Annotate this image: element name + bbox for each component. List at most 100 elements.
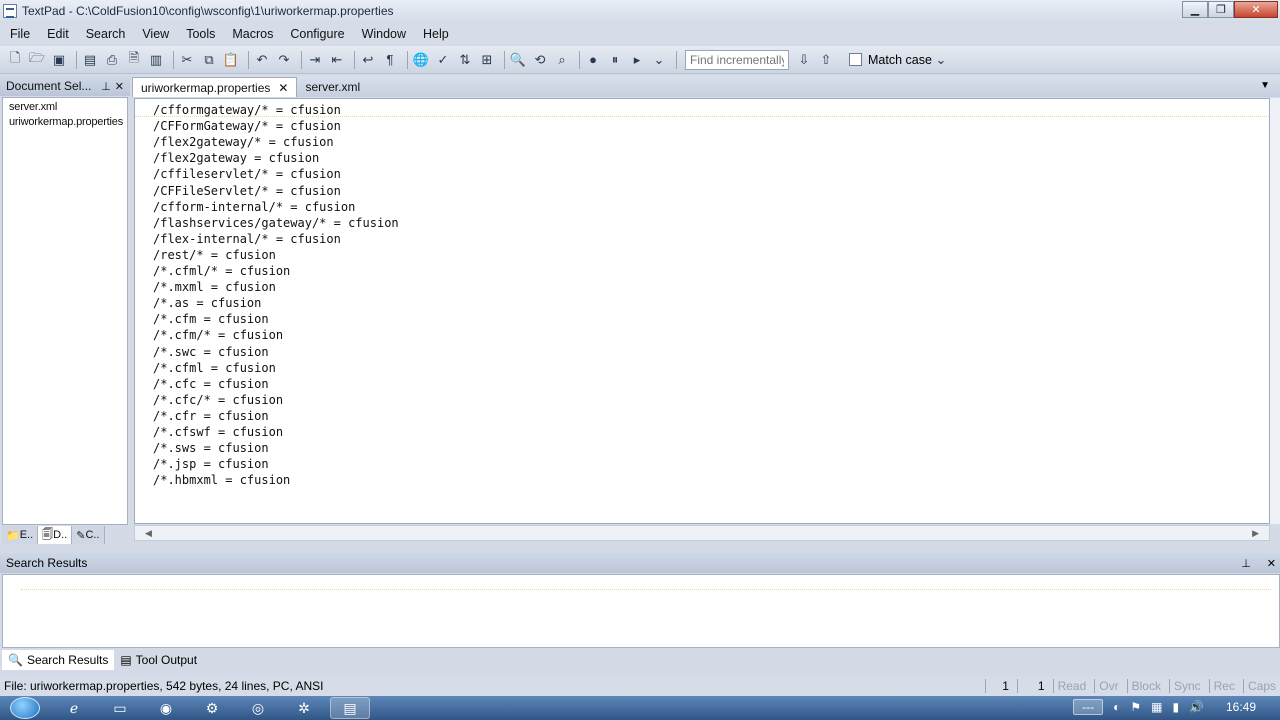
search-options-icon[interactable]: ⌄ [932,51,950,69]
start-button[interactable] [10,697,40,719]
play-macro-icon[interactable]: ▸ [628,51,646,69]
settings-app-icon[interactable]: ✲ [284,697,324,719]
sort-icon[interactable]: ⇅ [456,51,474,69]
find-in-files-icon[interactable]: ⌕ [553,51,571,69]
redo-icon[interactable]: ↷ [275,51,293,69]
find-next-down-icon[interactable]: ⇩ [795,51,813,69]
textpad-app-icon[interactable] [3,4,17,18]
textpad-taskbar-icon[interactable]: ▤ [330,697,370,719]
code-line: /rest/* = cfusion [153,247,276,262]
vertical-scrollbar[interactable] [1270,98,1280,524]
code-line: /*.cfm/* = cfusion [153,328,284,343]
tray-app-icon[interactable]: ◐ [1113,700,1120,714]
web-browser-icon[interactable]: 🌐 [412,51,430,69]
page-setup-icon[interactable]: ▥ [147,51,165,69]
menu-help[interactable]: Help [423,27,449,41]
copy-icon[interactable]: ⧉ [200,51,218,69]
horizontal-scrollbar[interactable]: ◀ ▶ [134,525,1270,541]
print-icon[interactable]: ⎙ [103,51,121,69]
read-only-indicator[interactable]: Read [1052,679,1091,693]
close-panel-icon[interactable]: ✕ [1267,557,1276,570]
tray-language-bar[interactable]: --- [1073,699,1104,715]
find-icon[interactable]: 🔍 [509,51,527,69]
save-all-icon[interactable]: ▤ [81,51,99,69]
network-icon[interactable]: ▦ [1151,700,1162,714]
minimize-button[interactable]: ▁ [1182,1,1208,18]
indent-icon[interactable]: ⇥ [306,51,324,69]
code-line: /*.swc = cfusion [153,344,269,359]
record-indicator[interactable]: Rec [1208,679,1239,693]
internet-explorer-icon[interactable]: ℯ [54,697,94,719]
outlook-icon[interactable]: ◉ [146,697,186,719]
pin-icon[interactable]: ⊥ [101,80,111,93]
compare-icon[interactable]: ⊞ [478,51,496,69]
show-pilcrow-icon[interactable]: ¶ [381,51,399,69]
code-line: /CFFormGateway/* = cfusion [153,119,341,134]
tab-search-results[interactable]: 🔍 Search Results [2,650,115,670]
menu-window[interactable]: Window [362,27,406,41]
tray-flag-icon[interactable]: ⚑ [1130,700,1141,714]
document-list-item-server-xml[interactable]: server.xml [3,98,127,113]
undo-icon[interactable]: ↶ [253,51,271,69]
overwrite-indicator[interactable]: Ovr [1094,679,1122,693]
paste-icon[interactable]: 📋 [222,51,240,69]
search-results-body[interactable] [2,574,1280,648]
close-tab-icon[interactable]: ✕ [278,81,288,95]
file-explorer-icon[interactable]: ▭ [100,697,140,719]
code-line: /cffileservlet/* = cfusion [153,167,341,182]
document-list-item-uriworkermap[interactable]: uriworkermap.properties [3,113,127,128]
open-folder-icon[interactable]: 🗁 [28,50,46,69]
spell-check-icon[interactable]: ✓ [434,51,452,69]
tab-tool-output[interactable]: ▤ Tool Output [114,650,203,670]
pause-macro-icon[interactable]: ⏸ [606,51,624,69]
tab-documents[interactable]: 🗐 D.. [38,526,73,544]
new-file-icon[interactable]: 🗋 [6,50,24,69]
code-line: /*.cfr = cfusion [153,408,269,423]
chrome-icon[interactable]: ◎ [238,697,278,719]
taskbar-clock[interactable]: 16:49 [1226,700,1256,714]
tab-search-results-label: Search Results [26,653,109,667]
close-button[interactable]: ✕ [1234,1,1278,18]
print-preview-icon[interactable]: 🗎 [125,50,143,69]
find-incrementally-input[interactable] [685,49,789,70]
word-wrap-icon[interactable]: ↩ [359,51,377,69]
tab-server-xml[interactable]: server.xml [297,77,368,97]
menu-configure[interactable]: Configure [290,27,344,41]
power-icon[interactable]: ▮ [1172,700,1179,714]
menu-edit[interactable]: Edit [47,27,69,41]
menu-tools[interactable]: Tools [186,27,215,41]
taskbar: ℯ ▭ ◉ ⚙ ◎ ✲ ▤ --- ◐ ⚑ ▦ ▮ 🔊 16:49 [0,696,1280,720]
document-selector-header: Document Sel... ⊥ ✕ [0,76,130,96]
tab-explorer[interactable]: 📁 E.. [2,526,39,544]
cut-icon[interactable]: ✂ [178,51,196,69]
maximize-button[interactable]: ❐ [1208,1,1234,18]
menu-macros[interactable]: Macros [232,27,273,41]
match-case-check-box[interactable] [849,53,862,66]
menu-file[interactable]: File [10,27,30,41]
menu-search[interactable]: Search [86,27,126,41]
tab-clip-label: C.. [85,529,100,541]
tab-list-dropdown-icon[interactable]: ▼ [1260,80,1270,91]
volume-icon[interactable]: 🔊 [1189,700,1204,714]
find-next-up-icon[interactable]: ⇧ [817,51,835,69]
code-line: /CFFileServlet/* = cfusion [153,183,341,198]
close-panel-icon[interactable]: ✕ [115,80,124,93]
block-indicator[interactable]: Block [1126,679,1165,693]
network-app-icon[interactable]: ⚙ [192,697,232,719]
match-case-checkbox[interactable]: Match case [849,53,932,67]
tab-uriworkermap-properties[interactable]: uriworkermap.properties ✕ [132,77,298,97]
record-macro-icon[interactable]: ● [584,51,602,69]
toolbar-separator [248,50,249,69]
replace-icon[interactable]: ⟲ [531,51,549,69]
toolbar-separator [76,50,77,69]
menu-view[interactable]: View [142,27,169,41]
sync-indicator[interactable]: Sync [1168,679,1205,693]
toolbar-options-icon[interactable]: ⌄ [650,51,668,69]
scroll-left-icon[interactable]: ◀ [145,528,152,539]
outdent-icon[interactable]: ⇤ [328,51,346,69]
save-icon[interactable]: ▣ [50,51,68,69]
pin-icon[interactable]: ⊥ [1241,557,1251,570]
tab-clip-library[interactable]: ✎ C.. [72,526,105,544]
text-editor[interactable]: /cfformgateway/* = cfusion/CFFormGateway… [134,98,1270,524]
scroll-right-icon[interactable]: ▶ [1252,528,1259,539]
